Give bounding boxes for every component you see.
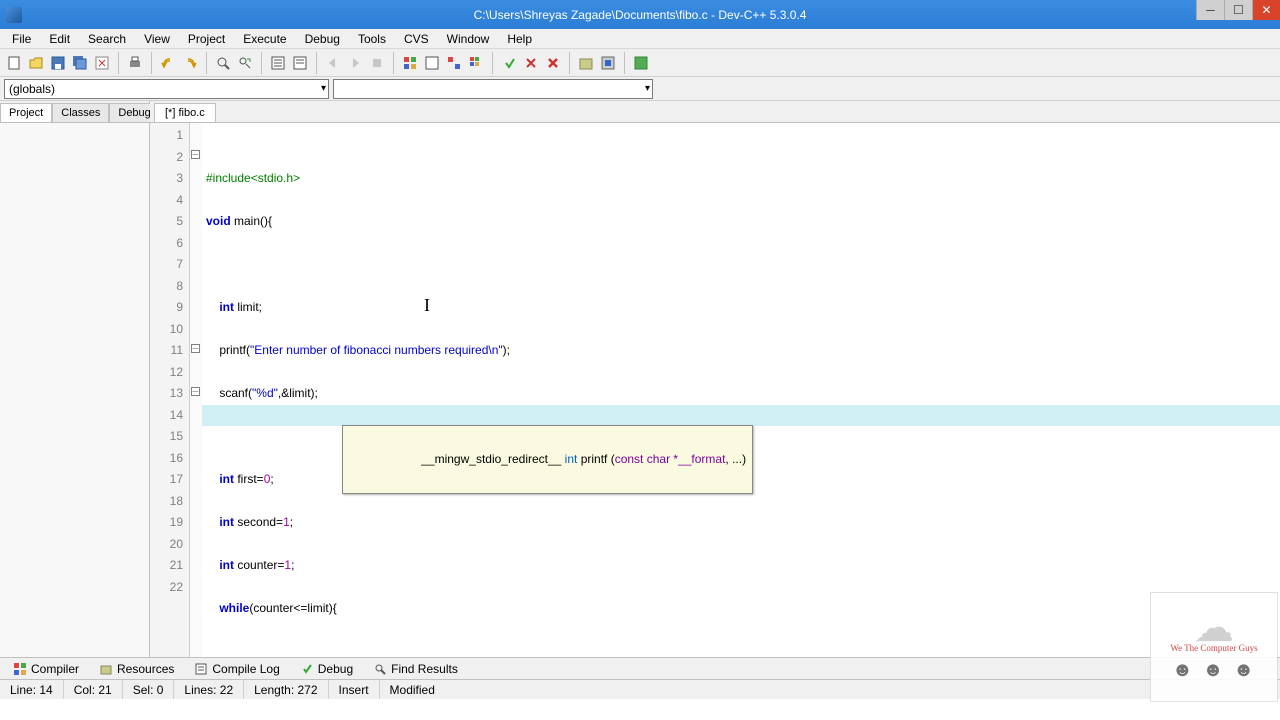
fold-icon[interactable]: ─ [191, 150, 200, 159]
fold-column: ─ ─ ─ [190, 123, 202, 657]
menu-window[interactable]: Window [439, 30, 498, 48]
debug-icon[interactable] [499, 53, 519, 73]
bottom-panel-tabs: Compiler Resources Compile Log Debug Fin… [0, 657, 1280, 679]
app-icon [6, 7, 22, 23]
print-icon[interactable] [125, 53, 145, 73]
tab-compiler[interactable]: Compiler [4, 659, 88, 679]
status-length: Length: 272 [244, 680, 328, 699]
status-modified: Modified [380, 680, 445, 699]
toolbar [0, 49, 1280, 77]
close-file-icon[interactable] [92, 53, 112, 73]
menu-execute[interactable]: Execute [235, 30, 294, 48]
side-tab-project[interactable]: Project [0, 103, 52, 122]
tab-compile-log[interactable]: Compile Log [185, 659, 288, 679]
replace-icon[interactable] [235, 53, 255, 73]
status-lines: Lines: 22 [174, 680, 244, 699]
scope-combo[interactable]: (globals)▾ [4, 79, 329, 99]
parameter-hint-tooltip: __mingw_stdio_redirect__ int printf (con… [342, 425, 753, 494]
code-editor[interactable]: 12345678910111213141516171819202122 ─ ─ … [150, 123, 1280, 657]
help-btn-icon[interactable] [631, 53, 651, 73]
menu-tools[interactable]: Tools [350, 30, 394, 48]
goto-fwd-icon[interactable] [345, 53, 365, 73]
window-title: C:\Users\Shreyas Zagade\Documents\fibo.c… [474, 8, 807, 22]
tab-debug[interactable]: Debug [291, 659, 362, 679]
stop-icon[interactable] [367, 53, 387, 73]
code-area[interactable]: #include<stdio.h> void main(){ int limit… [202, 123, 1280, 657]
scope-combo-value: (globals) [9, 82, 55, 96]
compile-icon[interactable] [400, 53, 420, 73]
menubar: File Edit Search View Project Execute De… [0, 29, 1280, 49]
line-gutter: 12345678910111213141516171819202122 [150, 123, 190, 657]
menu-debug[interactable]: Debug [297, 30, 348, 48]
menu-search[interactable]: Search [80, 30, 134, 48]
find-icon[interactable] [213, 53, 233, 73]
new-icon[interactable] [4, 53, 24, 73]
minimize-button[interactable]: ─ [1196, 0, 1224, 20]
profile-icon[interactable] [543, 53, 563, 73]
save-icon[interactable] [48, 53, 68, 73]
open-icon[interactable] [26, 53, 46, 73]
status-sel: Sel: 0 [123, 680, 175, 699]
close-button[interactable]: ✕ [1252, 0, 1280, 20]
undo-icon[interactable] [158, 53, 178, 73]
file-list-icon[interactable] [268, 53, 288, 73]
side-panel: Project Classes Debug [0, 101, 150, 657]
tab-find-results[interactable]: Find Results [364, 659, 467, 679]
menu-view[interactable]: View [136, 30, 178, 48]
menu-cvs[interactable]: CVS [396, 30, 437, 48]
fold-icon[interactable]: ─ [191, 344, 200, 353]
options-icon[interactable] [598, 53, 618, 73]
menu-help[interactable]: Help [499, 30, 540, 48]
text-cursor-icon: I [424, 295, 430, 317]
new-project-icon[interactable] [576, 53, 596, 73]
run-icon[interactable] [422, 53, 442, 73]
saveall-icon[interactable] [70, 53, 90, 73]
side-tab-classes[interactable]: Classes [52, 103, 109, 122]
redo-icon[interactable] [180, 53, 200, 73]
goto-back-icon[interactable] [323, 53, 343, 73]
status-line: Line: 14 [0, 680, 64, 699]
rebuild-icon[interactable] [466, 53, 486, 73]
member-combo[interactable]: ▾ [333, 79, 653, 99]
class-combo-row: (globals)▾ ▾ [0, 77, 1280, 101]
fold-icon[interactable]: ─ [191, 387, 200, 396]
status-col: Col: 21 [64, 680, 123, 699]
file-list2-icon[interactable] [290, 53, 310, 73]
compile-run-icon[interactable] [444, 53, 464, 73]
editor-tabs: [*] fibo.c [150, 101, 1280, 123]
maximize-button[interactable]: ☐ [1224, 0, 1252, 20]
stop-debug-icon[interactable] [521, 53, 541, 73]
menu-file[interactable]: File [4, 30, 39, 48]
menu-edit[interactable]: Edit [41, 30, 78, 48]
current-line-highlight [202, 405, 1280, 427]
status-insert: Insert [329, 680, 380, 699]
titlebar: C:\Users\Shreyas Zagade\Documents\fibo.c… [0, 0, 1280, 29]
editor-tab-fibo[interactable]: [*] fibo.c [154, 103, 216, 122]
tab-resources[interactable]: Resources [90, 659, 183, 679]
menu-project[interactable]: Project [180, 30, 233, 48]
statusbar: Line: 14 Col: 21 Sel: 0 Lines: 22 Length… [0, 679, 1280, 699]
watermark-logo: ☁ We The Computer Guys ☻ ☻ ☻ [1150, 592, 1278, 702]
